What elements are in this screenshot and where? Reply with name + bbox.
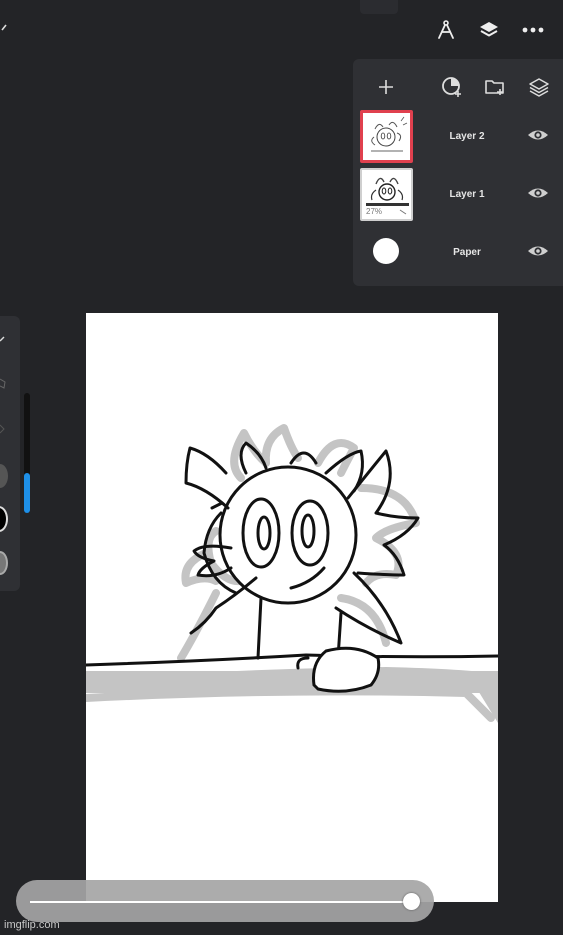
paper-name: Paper bbox=[453, 247, 481, 258]
layer-1-thumbnail[interactable]: 27% bbox=[360, 168, 413, 221]
add-layer-icon[interactable] bbox=[375, 76, 397, 98]
layer-row-layer-1[interactable]: 27% Layer 1 bbox=[353, 167, 563, 223]
layer-2-visibility-eye-icon[interactable] bbox=[527, 127, 551, 147]
color-swatch-black[interactable] bbox=[0, 506, 8, 532]
brush-size-dot[interactable] bbox=[0, 464, 8, 488]
layer-1-thumb-label: 27% bbox=[366, 207, 383, 216]
add-fill-layer-icon[interactable] bbox=[440, 75, 464, 99]
paper-color-swatch[interactable] bbox=[373, 238, 399, 264]
layer-row-paper[interactable]: Paper bbox=[353, 229, 563, 285]
eraser-tool-icon[interactable] bbox=[0, 422, 8, 434]
layers-icon[interactable] bbox=[477, 18, 501, 42]
layer-2-thumbnail[interactable] bbox=[360, 110, 413, 163]
compass-icon[interactable] bbox=[434, 18, 458, 42]
top-tab bbox=[360, 0, 398, 14]
paper-visibility-eye-icon[interactable] bbox=[527, 243, 551, 263]
color-swatch-gray[interactable] bbox=[0, 551, 8, 575]
brush-tool-icon[interactable] bbox=[0, 376, 8, 390]
drawing-canvas[interactable] bbox=[86, 313, 498, 902]
back-arrow-icon[interactable] bbox=[0, 22, 8, 38]
more-icon[interactable] bbox=[520, 18, 546, 42]
layer-options-icon[interactable] bbox=[527, 75, 551, 99]
left-toolbar bbox=[0, 316, 20, 591]
add-folder-icon[interactable] bbox=[483, 75, 507, 99]
layer-row-layer-2[interactable]: Layer 2 bbox=[353, 109, 563, 165]
check-icon[interactable] bbox=[0, 332, 8, 342]
brush-size-slider-fill[interactable] bbox=[24, 473, 30, 513]
layers-panel: Layer 2 27% Layer 1 Paper bbox=[353, 59, 563, 286]
layer-1-visibility-eye-icon[interactable] bbox=[527, 185, 551, 205]
bottom-slider-track[interactable] bbox=[30, 901, 412, 903]
layer-1-name: Layer 1 bbox=[449, 189, 485, 200]
watermark: imgflip.com bbox=[4, 919, 60, 931]
bottom-slider-knob[interactable] bbox=[403, 893, 420, 910]
layer-2-name: Layer 2 bbox=[449, 131, 485, 142]
